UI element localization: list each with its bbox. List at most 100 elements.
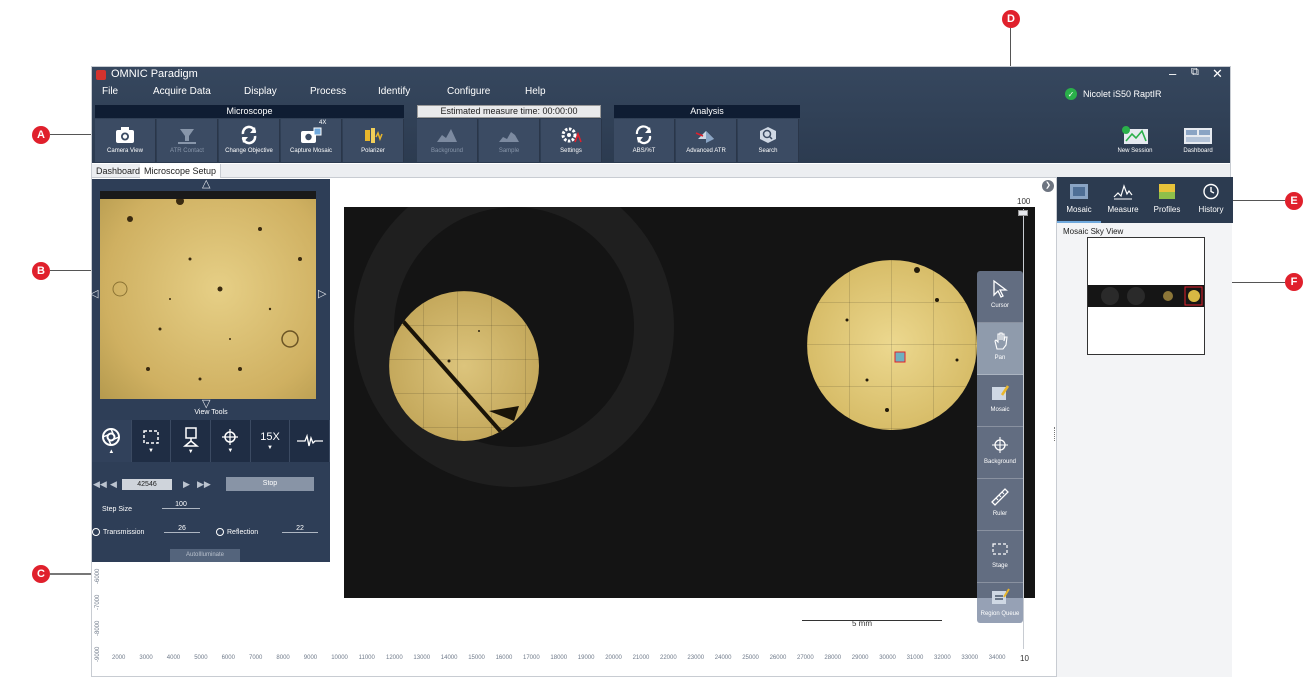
search-button[interactable]: Search: [738, 119, 799, 162]
sample-specks: [112, 199, 302, 381]
reflection-radio[interactable]: [216, 528, 224, 536]
callout-a-line: [50, 134, 92, 135]
mosaic-tool[interactable]: Mosaic: [977, 375, 1023, 427]
abs-t-button[interactable]: ABS/%T: [614, 119, 675, 162]
advanced-atr-button[interactable]: Advanced ATR: [676, 119, 737, 162]
atr-contact-button[interactable]: ATR Contact: [157, 119, 218, 162]
x-axis-tick: 31000: [906, 655, 924, 661]
tab-mosaic-label: Mosaic: [1066, 205, 1092, 214]
menu-file[interactable]: File: [102, 86, 118, 97]
background-tool[interactable]: Background: [977, 427, 1023, 479]
callout-d: D: [1002, 10, 1020, 28]
region-tool[interactable]: ▼: [132, 420, 172, 462]
measure-spectrum-icon: [1113, 184, 1133, 200]
stage-tool[interactable]: Stage: [977, 531, 1023, 583]
tab-microscope-setup[interactable]: Microscope Setup: [140, 164, 222, 178]
change-objective-label: Change Objective: [225, 148, 273, 154]
background-button[interactable]: Background: [417, 119, 478, 162]
region-queue-icon: [992, 588, 1010, 604]
x-axis-tick: 21000: [632, 655, 650, 661]
pan-tool-label: Pan: [994, 355, 1006, 361]
y-axis-tick: -7000: [95, 594, 101, 610]
menu-display[interactable]: Display: [244, 86, 277, 97]
menu-configure[interactable]: Configure: [447, 86, 490, 97]
aperture-tool[interactable]: ▲: [92, 420, 132, 462]
close-button[interactable]: ✕: [1212, 66, 1223, 82]
position-input[interactable]: 42546: [122, 479, 172, 490]
pan-tool[interactable]: Pan: [977, 323, 1023, 375]
change-objective-button[interactable]: Change Objective: [219, 119, 280, 162]
x-axis-tick: 34000: [988, 655, 1006, 661]
reflection-field[interactable]: 22: [282, 525, 318, 533]
next-frame-icon[interactable]: ▶: [183, 479, 190, 490]
capture-mosaic-label: Capture Mosaic: [289, 148, 333, 154]
menu-identify[interactable]: Identify: [378, 86, 410, 97]
minimize-button[interactable]: –: [1169, 66, 1176, 81]
objective-tool[interactable]: 15X ▼: [251, 420, 291, 462]
first-frame-icon[interactable]: ◀◀: [93, 479, 107, 490]
instrument-name: Nicolet iS50 RaptIR: [1083, 89, 1162, 99]
pan-up-arrow-icon[interactable]: △: [202, 179, 210, 190]
camera-view-button[interactable]: Camera View: [95, 119, 156, 162]
step-size-field[interactable]: 100: [162, 501, 200, 509]
menu-help[interactable]: Help: [525, 86, 546, 97]
mosaic-sky-view[interactable]: [1087, 237, 1205, 355]
polarizer-button[interactable]: Polarizer: [343, 119, 404, 162]
transmission-radio[interactable]: [92, 528, 100, 536]
new-session-button[interactable]: New Session: [1107, 119, 1163, 162]
tab-measure[interactable]: Measure: [1101, 177, 1145, 223]
polarizer-label: Polarizer: [361, 148, 385, 154]
ruler-tool-label: Ruler: [992, 511, 1008, 517]
camera-view-label: Camera View: [107, 148, 143, 154]
tab-history[interactable]: History: [1189, 177, 1233, 223]
x-axis-tick: 5000: [194, 655, 208, 661]
analysis-group-header: Analysis: [614, 105, 800, 118]
restore-button[interactable]: ⧉: [1191, 66, 1199, 79]
title-bar: OMNIC Paradigm – ⧉ ✕ File Acquire Data D…: [92, 66, 1230, 163]
menu-acquire-data[interactable]: Acquire Data: [153, 86, 211, 97]
ruler-tool[interactable]: Ruler: [977, 479, 1023, 531]
tab-dashboard[interactable]: Dashboard: [92, 164, 146, 178]
sample-button[interactable]: Sample: [479, 119, 540, 162]
stop-button[interactable]: Stop: [226, 477, 314, 491]
menu-process[interactable]: Process: [310, 86, 346, 97]
prev-frame-icon[interactable]: ◀: [110, 479, 117, 490]
zoom-slider-track[interactable]: [1023, 209, 1024, 649]
x-axis-tick: 17000: [523, 655, 540, 661]
callout-f: F: [1285, 273, 1303, 291]
pan-left-arrow-icon[interactable]: ◁: [90, 289, 98, 300]
crosshair-tool[interactable]: ▼: [211, 420, 251, 462]
live-video-view[interactable]: [100, 191, 316, 399]
x-axis-tick: 22000: [660, 655, 677, 661]
instrument-status[interactable]: ✓ Nicolet iS50 RaptIR: [1065, 88, 1162, 100]
y-axis-tick: -6000: [95, 568, 101, 584]
capture-mosaic-button[interactable]: 4X Capture Mosaic: [281, 119, 342, 162]
x-axis-tick: 26000: [769, 655, 787, 661]
zoom-slider-handle[interactable]: [1018, 210, 1028, 216]
mosaic-view[interactable]: ❯: [330, 179, 1054, 598]
cursor-tool[interactable]: Cursor: [977, 271, 1023, 323]
abs-t-label: ABS/%T: [632, 148, 656, 154]
x-axis: 2000 3000 4000 5000 6000 7000 8000 9000 10000 110…: [112, 655, 1022, 669]
autoilluminate-button[interactable]: AutoIlluminate: [170, 549, 240, 562]
pan-right-arrow-icon[interactable]: ▷: [318, 289, 326, 300]
spectrum-tool[interactable]: [290, 420, 331, 462]
transmission-field[interactable]: 26: [164, 525, 200, 533]
region-queue-tool[interactable]: Region Queue: [977, 583, 1023, 635]
collapse-panel-icon[interactable]: ❯: [1042, 180, 1054, 192]
new-session-label: New Session: [1117, 148, 1153, 154]
x-axis-tick: 25000: [742, 655, 759, 661]
step-size-label: Step Size: [102, 506, 132, 513]
atr-contact-icon: [178, 129, 196, 144]
chevron-up-icon: ▲: [108, 449, 115, 455]
tab-profiles[interactable]: Profiles: [1145, 177, 1189, 223]
dashboard-button[interactable]: Dashboard: [1170, 119, 1226, 162]
last-frame-icon[interactable]: ▶▶: [197, 479, 211, 490]
illumination-tool[interactable]: ▼: [171, 420, 212, 462]
settings-button[interactable]: Settings: [541, 119, 602, 162]
tab-mosaic[interactable]: Mosaic: [1057, 177, 1101, 223]
crosshair-icon: [222, 429, 239, 445]
mosaic-camera-icon: [301, 127, 322, 143]
microscope-setup-panel: △ ◁ ▷ ▽ View Tools ▲ ▼ ▼ ▼ 15X ▼ ◀◀ ◀ 42…: [90, 179, 331, 562]
tools-palette: Cursor Pan Mosaic Background Ruler Stage: [977, 271, 1023, 623]
